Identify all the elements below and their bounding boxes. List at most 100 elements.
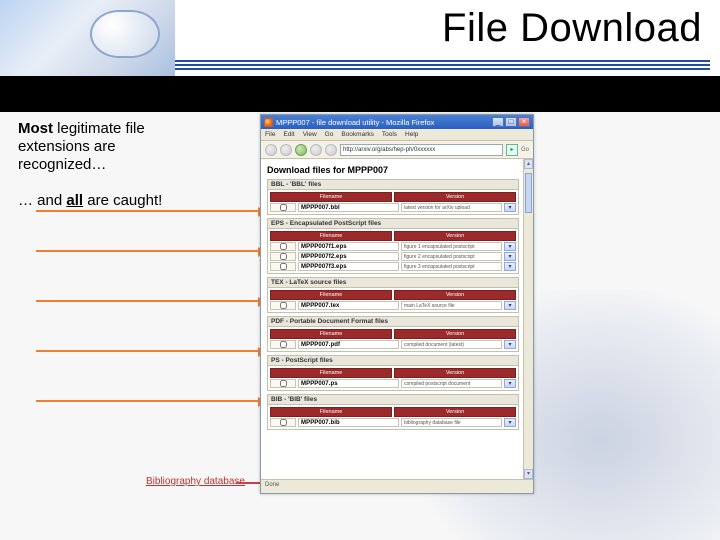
menu-tools[interactable]: Tools [382, 131, 397, 138]
file-row: MPPP007.texmain LaTeX source file▾ [270, 301, 516, 310]
section-body: FilenameVersionMPPP007.texmain LaTeX sou… [267, 288, 519, 313]
section-body: FilenameVersionMPPP007f1.epsfigure 1 enc… [267, 229, 519, 274]
title-rules [175, 58, 710, 72]
corner-laptop-photo [0, 0, 175, 78]
section-header: BBL - 'BBL' files [267, 179, 519, 190]
section-header: PDF - Portable Document Format files [267, 316, 519, 327]
version-dropdown[interactable]: ▾ [504, 418, 516, 427]
black-band [0, 76, 720, 112]
home-button[interactable] [325, 144, 337, 156]
file-select-checkbox[interactable] [270, 262, 296, 271]
pointer-arrow [236, 482, 262, 484]
menu-view[interactable]: View [303, 131, 317, 138]
file-row: MPPP007f3.epsfigure 3 encapsulated posts… [270, 262, 516, 271]
column-header: Version [394, 407, 516, 417]
checkbox-input[interactable] [280, 380, 287, 387]
file-description: figure 3 encapsulated postscript [401, 262, 502, 271]
version-dropdown[interactable]: ▾ [504, 252, 516, 261]
minimize-button[interactable]: _ [492, 117, 504, 127]
checkbox-input[interactable] [280, 302, 287, 309]
checkbox-input[interactable] [280, 419, 287, 426]
go-label: Go [521, 147, 529, 153]
file-select-checkbox[interactable] [270, 379, 296, 388]
version-dropdown[interactable]: ▾ [504, 203, 516, 212]
section-body: FilenameVersionMPPP007.pscompiled postsc… [267, 366, 519, 391]
checkbox-input[interactable] [280, 204, 287, 211]
scroll-down-icon[interactable]: ▾ [524, 469, 533, 479]
checkbox-input[interactable] [280, 263, 287, 270]
browser-window-title: MPPP007 - file download utility - Mozill… [276, 118, 434, 127]
file-row: MPPP007.pdfcompiled document (latest)▾ [270, 340, 516, 349]
file-select-checkbox[interactable] [270, 418, 296, 427]
menu-go[interactable]: Go [325, 131, 334, 138]
status-text: Done [265, 482, 279, 488]
file-select-checkbox[interactable] [270, 242, 296, 251]
browser-menubar: File Edit View Go Bookmarks Tools Help [261, 129, 533, 141]
file-select-checkbox[interactable] [270, 203, 296, 212]
file-name: MPPP007f3.eps [298, 262, 399, 271]
browser-window: MPPP007 - file download utility - Mozill… [260, 114, 534, 494]
file-row: MPPP007f2.epsfigure 2 encapsulated posts… [270, 252, 516, 261]
version-dropdown[interactable]: ▾ [504, 340, 516, 349]
file-name: MPPP007.bib [298, 418, 399, 427]
file-name: MPPP007f2.eps [298, 252, 399, 261]
file-row: MPPP007f1.epsfigure 1 encapsulated posts… [270, 242, 516, 251]
mouse-icon [90, 10, 160, 58]
go-button[interactable]: ▸ [506, 144, 518, 156]
column-header: Filename [270, 290, 392, 300]
text-underline: all [66, 192, 83, 209]
slide-title: File Download [442, 6, 702, 51]
file-name: MPPP007.tex [298, 301, 399, 310]
column-header: Version [394, 329, 516, 339]
section-header: BIB - 'BIB' files [267, 394, 519, 405]
checkbox-input[interactable] [280, 253, 287, 260]
pointer-arrow [36, 210, 260, 212]
column-header: Filename [270, 231, 392, 241]
menu-help[interactable]: Help [405, 131, 418, 138]
forward-button[interactable] [280, 144, 292, 156]
section-header: TEX - LaTeX source files [267, 277, 519, 288]
browser-toolbar: http://arxiv.org/abs/hep-ph/0xxxxxx ▸ Go [261, 141, 533, 159]
checkbox-input[interactable] [280, 341, 287, 348]
menu-edit[interactable]: Edit [283, 131, 294, 138]
file-description: bibliography database file [401, 418, 502, 427]
address-bar[interactable]: http://arxiv.org/abs/hep-ph/0xxxxxx [340, 144, 503, 156]
file-name: MPPP007.pdf [298, 340, 399, 349]
file-select-checkbox[interactable] [270, 301, 296, 310]
text-pre: … and [18, 192, 66, 209]
version-dropdown[interactable]: ▾ [504, 379, 516, 388]
column-header: Version [394, 192, 516, 202]
slide-content: Most legitimate file extensions are reco… [18, 120, 710, 532]
browser-titlebar: MPPP007 - file download utility - Mozill… [261, 115, 533, 129]
file-row: MPPP007.bbllatest version for arXiv uplo… [270, 203, 516, 212]
vertical-scrollbar[interactable]: ▴ ▾ [523, 159, 533, 479]
browser-viewport: Download files for MPPP007 BBL - 'BBL' f… [261, 159, 523, 479]
reload-button[interactable] [295, 144, 307, 156]
file-select-checkbox[interactable] [270, 340, 296, 349]
maximize-button[interactable]: □ [505, 117, 517, 127]
file-description: compiled postscript document [401, 379, 502, 388]
version-dropdown[interactable]: ▾ [504, 262, 516, 271]
stop-button[interactable] [310, 144, 322, 156]
file-description: compiled document (latest) [401, 340, 502, 349]
scroll-up-icon[interactable]: ▴ [524, 159, 533, 169]
file-select-checkbox[interactable] [270, 252, 296, 261]
scroll-thumb[interactable] [525, 173, 532, 213]
menu-file[interactable]: File [265, 131, 275, 138]
checkbox-input[interactable] [280, 243, 287, 250]
menu-bookmarks[interactable]: Bookmarks [341, 131, 374, 138]
pointer-arrow [36, 300, 260, 302]
close-button[interactable]: × [518, 117, 530, 127]
pointer-arrow [36, 250, 260, 252]
pointer-arrow [36, 400, 260, 402]
pointer-arrow [36, 350, 260, 352]
column-header: Version [394, 231, 516, 241]
column-header: Filename [270, 329, 392, 339]
version-dropdown[interactable]: ▾ [504, 301, 516, 310]
column-header: Filename [270, 407, 392, 417]
text-post: are caught! [83, 192, 162, 209]
bibliography-label: Bibliography database [146, 476, 245, 487]
version-dropdown[interactable]: ▾ [504, 242, 516, 251]
back-button[interactable] [265, 144, 277, 156]
file-name: MPPP007.bbl [298, 203, 399, 212]
